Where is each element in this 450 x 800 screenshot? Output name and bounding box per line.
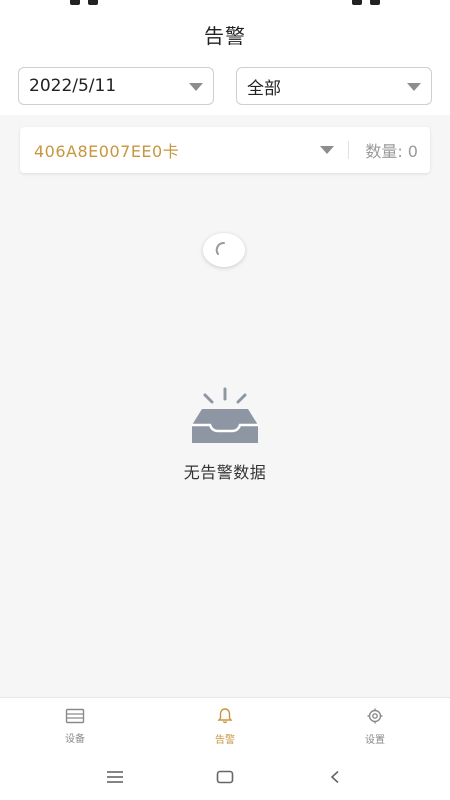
date-select-value: 2022/5/11: [29, 76, 117, 96]
back-icon: [330, 770, 339, 784]
nav-item-devices[interactable]: 设备: [15, 708, 135, 745]
chevron-down-icon[interactable]: [320, 146, 335, 154]
type-select[interactable]: 全部: [236, 67, 432, 105]
filter-bar: 2022/5/11 全部: [18, 67, 432, 107]
notification-icon: [88, 0, 98, 5]
system-nav-bar: [0, 754, 450, 800]
nav-label-alarms: 告警: [215, 735, 235, 746]
nav-item-settings[interactable]: 设置: [315, 707, 435, 746]
type-select-value: 全部: [247, 78, 281, 99]
device-id: 406A8E007EE0卡: [34, 142, 180, 161]
notification-icon: [70, 0, 80, 5]
chevron-down-icon: [189, 83, 203, 91]
loading-spinner: [203, 233, 245, 267]
home-icon: [216, 770, 234, 784]
empty-state-text: 无告警数据: [183, 463, 267, 482]
status-bar: [0, 0, 450, 12]
nav-label-settings: 设置: [365, 735, 385, 746]
header: 告警: [0, 14, 450, 54]
alarm-count: 数量: 0: [365, 142, 418, 161]
status-left: [70, 0, 98, 5]
chevron-down-icon: [407, 83, 421, 91]
bell-icon: [217, 708, 233, 724]
home-button[interactable]: [205, 757, 245, 797]
nav-label-devices: 设备: [65, 734, 85, 745]
page-title: 告警: [204, 23, 246, 48]
nav-item-alarms[interactable]: 告警: [165, 707, 285, 746]
menu-button[interactable]: [95, 757, 135, 797]
date-select[interactable]: 2022/5/11: [18, 67, 214, 105]
device-card[interactable]: 406A8E007EE0卡 数量: 0: [20, 127, 430, 173]
gear-icon: [367, 708, 383, 724]
alarm-screen: 告警 2022/5/11 全部 406A8E007EE0卡 数量: 0 无告警数…: [0, 0, 450, 800]
main-content: 406A8E007EE0卡 数量: 0 无告警数据: [0, 115, 450, 697]
device-list-icon: [65, 708, 85, 724]
empty-state: 无告警数据: [0, 385, 450, 483]
status-right: [352, 0, 380, 5]
menu-icon: [107, 771, 123, 783]
signal-icon: [352, 0, 362, 5]
divider: [348, 141, 350, 159]
bottom-nav: 设备 告警 设置: [0, 697, 450, 755]
back-button[interactable]: [315, 757, 355, 797]
spinner-icon: [215, 242, 225, 255]
inbox-empty-icon: [192, 387, 258, 443]
battery-icon: [370, 0, 380, 5]
